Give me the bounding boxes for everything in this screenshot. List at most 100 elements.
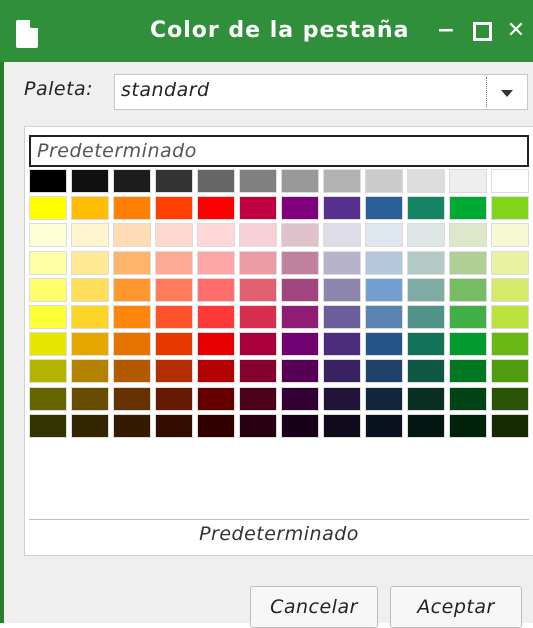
color-swatch[interactable] xyxy=(407,169,445,193)
color-swatch[interactable] xyxy=(323,413,361,438)
color-swatch[interactable] xyxy=(239,332,277,357)
color-swatch[interactable] xyxy=(239,250,277,275)
maximize-button[interactable] xyxy=(470,18,494,44)
color-swatch[interactable] xyxy=(281,277,319,302)
color-swatch[interactable] xyxy=(281,359,319,384)
color-swatch[interactable] xyxy=(365,359,403,384)
color-swatch[interactable] xyxy=(323,277,361,302)
color-swatch[interactable] xyxy=(365,169,403,193)
color-swatch[interactable] xyxy=(323,359,361,384)
color-swatch[interactable] xyxy=(197,196,235,221)
color-swatch[interactable] xyxy=(113,277,151,302)
color-swatch[interactable] xyxy=(71,196,109,221)
color-swatch[interactable] xyxy=(365,386,403,411)
default-color-bottom-button[interactable]: Predeterminado xyxy=(25,523,533,545)
color-swatch[interactable] xyxy=(281,413,319,438)
color-swatch[interactable] xyxy=(365,305,403,329)
color-swatch[interactable] xyxy=(365,223,403,248)
color-swatch[interactable] xyxy=(365,413,403,438)
color-swatch[interactable] xyxy=(155,386,193,411)
color-swatch[interactable] xyxy=(407,386,445,411)
color-swatch[interactable] xyxy=(281,169,319,193)
color-swatch[interactable] xyxy=(113,169,151,193)
color-swatch[interactable] xyxy=(29,386,67,411)
color-swatch[interactable] xyxy=(239,169,277,193)
color-swatch[interactable] xyxy=(29,250,67,275)
color-swatch[interactable] xyxy=(71,359,109,384)
color-swatch[interactable] xyxy=(323,223,361,248)
color-swatch[interactable] xyxy=(449,386,487,411)
color-swatch[interactable] xyxy=(29,359,67,384)
color-swatch[interactable] xyxy=(365,196,403,221)
color-swatch[interactable] xyxy=(281,305,319,329)
color-swatch[interactable] xyxy=(239,359,277,384)
color-swatch[interactable] xyxy=(281,223,319,248)
color-swatch[interactable] xyxy=(281,386,319,411)
color-swatch[interactable] xyxy=(407,196,445,221)
color-swatch[interactable] xyxy=(323,250,361,275)
color-swatch[interactable] xyxy=(155,277,193,302)
color-swatch[interactable] xyxy=(449,277,487,302)
color-swatch[interactable] xyxy=(113,223,151,248)
color-swatch[interactable] xyxy=(323,386,361,411)
color-swatch[interactable] xyxy=(71,413,109,438)
color-swatch[interactable] xyxy=(155,359,193,384)
color-swatch[interactable] xyxy=(449,359,487,384)
color-swatch[interactable] xyxy=(113,332,151,357)
color-swatch[interactable] xyxy=(449,196,487,221)
minimize-button[interactable]: − xyxy=(434,18,458,44)
color-swatch[interactable] xyxy=(155,223,193,248)
color-swatch[interactable] xyxy=(239,277,277,302)
color-swatch[interactable] xyxy=(239,305,277,329)
color-swatch[interactable] xyxy=(281,332,319,357)
color-swatch[interactable] xyxy=(71,332,109,357)
color-swatch[interactable] xyxy=(113,196,151,221)
color-swatch[interactable] xyxy=(281,250,319,275)
color-swatch[interactable] xyxy=(449,305,487,329)
color-swatch[interactable] xyxy=(155,196,193,221)
color-swatch[interactable] xyxy=(113,413,151,438)
color-swatch[interactable] xyxy=(113,305,151,329)
color-swatch[interactable] xyxy=(197,277,235,302)
color-swatch[interactable] xyxy=(407,305,445,329)
color-swatch[interactable] xyxy=(155,332,193,357)
color-swatch[interactable] xyxy=(197,250,235,275)
color-swatch[interactable] xyxy=(113,250,151,275)
color-swatch[interactable] xyxy=(113,386,151,411)
color-swatch[interactable] xyxy=(365,277,403,302)
color-swatch[interactable] xyxy=(71,223,109,248)
color-swatch[interactable] xyxy=(239,196,277,221)
color-swatch[interactable] xyxy=(197,359,235,384)
color-swatch[interactable] xyxy=(491,413,529,438)
color-swatch[interactable] xyxy=(113,359,151,384)
color-swatch[interactable] xyxy=(71,305,109,329)
color-swatch[interactable] xyxy=(71,250,109,275)
color-swatch[interactable] xyxy=(197,305,235,329)
color-swatch[interactable] xyxy=(239,386,277,411)
color-swatch[interactable] xyxy=(155,169,193,193)
color-swatch[interactable] xyxy=(491,386,529,411)
color-swatch[interactable] xyxy=(29,277,67,302)
color-swatch[interactable] xyxy=(29,305,67,329)
color-swatch[interactable] xyxy=(71,277,109,302)
color-swatch[interactable] xyxy=(449,250,487,275)
color-swatch[interactable] xyxy=(197,223,235,248)
color-swatch[interactable] xyxy=(491,359,529,384)
color-swatch[interactable] xyxy=(491,250,529,275)
color-swatch[interactable] xyxy=(323,169,361,193)
color-swatch[interactable] xyxy=(491,277,529,302)
color-swatch[interactable] xyxy=(365,250,403,275)
color-swatch[interactable] xyxy=(491,223,529,248)
color-swatch[interactable] xyxy=(449,223,487,248)
color-swatch[interactable] xyxy=(197,413,235,438)
color-swatch[interactable] xyxy=(407,413,445,438)
color-swatch[interactable] xyxy=(407,250,445,275)
color-swatch[interactable] xyxy=(323,305,361,329)
palette-select[interactable]: standard xyxy=(114,74,528,110)
color-swatch[interactable] xyxy=(29,223,67,248)
color-swatch[interactable] xyxy=(155,413,193,438)
accept-button[interactable]: Aceptar xyxy=(390,586,522,628)
color-swatch[interactable] xyxy=(71,386,109,411)
color-swatch[interactable] xyxy=(71,169,109,193)
color-swatch[interactable] xyxy=(407,359,445,384)
